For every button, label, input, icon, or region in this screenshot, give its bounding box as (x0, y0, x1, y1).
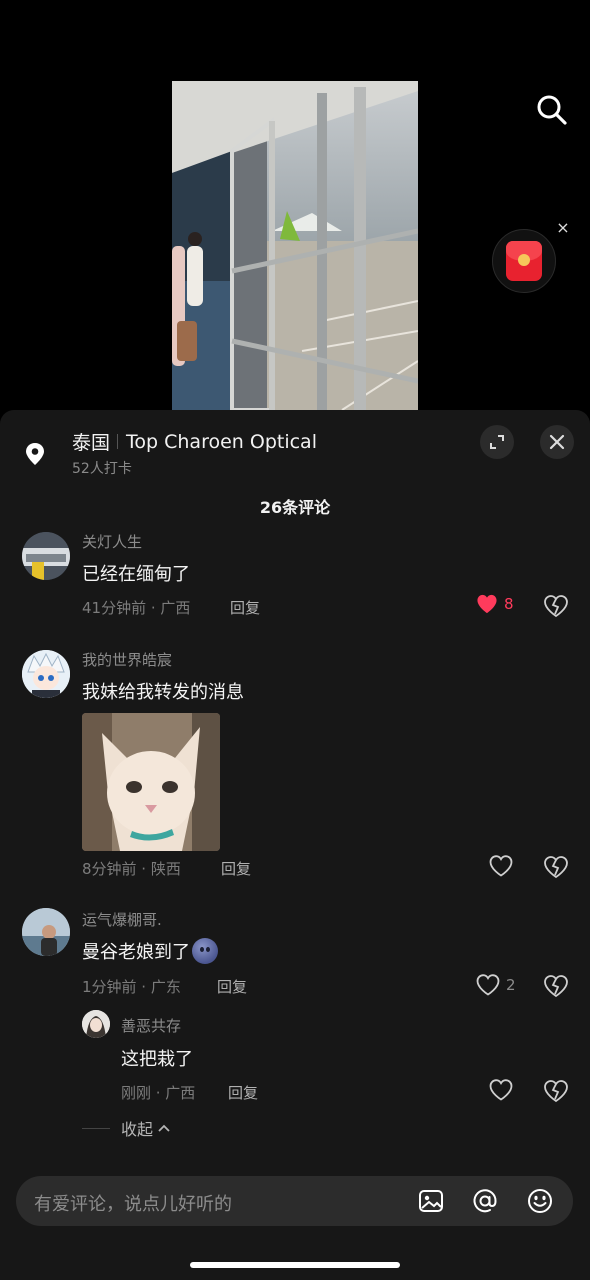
avatar[interactable] (22, 532, 70, 580)
close-button[interactable] (540, 425, 574, 459)
video-frame[interactable] (172, 81, 418, 410)
reply-button[interactable]: 回复 (217, 976, 247, 997)
cat-photo (82, 713, 220, 851)
reply-username[interactable]: 善恶共存 (121, 1015, 181, 1036)
location-checkins: 52人打卡 (72, 461, 132, 477)
sticker-emoji-icon (192, 938, 218, 964)
comment-input-placeholder[interactable]: 有爱评论，说点儿好听的 (34, 1190, 232, 1216)
like-button[interactable]: 2 (476, 974, 516, 996)
video-area[interactable]: × (0, 0, 590, 410)
image-icon[interactable] (417, 1187, 445, 1215)
avatar-image (82, 1010, 110, 1038)
comment-text: 我妹给我转发的消息 (82, 682, 244, 703)
like-button[interactable] (489, 855, 519, 877)
location-title[interactable]: 泰国 Top Charoen Optical (72, 428, 317, 455)
home-indicator[interactable] (190, 1262, 400, 1268)
red-packet-close-icon[interactable]: × (555, 220, 571, 236)
expand-icon (490, 435, 504, 449)
avatar[interactable] (22, 908, 70, 956)
location-pin-icon (26, 443, 44, 465)
reply-text: 这把栽了 (121, 1049, 193, 1070)
comment-username[interactable]: 运气爆棚哥. (82, 909, 162, 930)
heart-icon (477, 594, 497, 614)
broken-heart-icon[interactable] (543, 1079, 569, 1103)
like-count: 2 (506, 976, 516, 994)
comment-image-cat[interactable] (82, 713, 220, 851)
comment-text: 曼谷老娘到了 (82, 938, 218, 964)
close-icon (549, 434, 565, 450)
comments-count: 26条评论 (259, 498, 331, 517)
like-button[interactable] (489, 1079, 519, 1101)
chevron-up-icon (158, 1124, 170, 1132)
location-divider (117, 434, 119, 449)
comment-username[interactable]: 我的世界皓宸 (82, 649, 172, 670)
broken-heart-icon[interactable] (543, 594, 569, 618)
broken-heart-icon[interactable] (543, 974, 569, 998)
like-button[interactable]: 8 (476, 594, 514, 614)
comment-time-region: 41分钟前 · 广西 (82, 599, 191, 617)
comment-time-region: 8分钟前 · 陕西 (82, 860, 181, 878)
avatar-image (22, 908, 70, 956)
comment-input-bar[interactable]: 有爱评论，说点儿好听的 (16, 1176, 573, 1226)
collapse-divider (82, 1127, 110, 1129)
avatar-image (22, 532, 70, 580)
collapse-replies-button[interactable]: 收起 (82, 1116, 171, 1140)
reply-time-region: 刚刚 · 广西 (121, 1084, 196, 1102)
avatar[interactable] (22, 650, 70, 698)
red-packet-button[interactable] (492, 229, 556, 293)
red-packet-icon (506, 241, 542, 281)
heart-icon (476, 974, 500, 996)
location-country: 泰国 (72, 432, 111, 454)
reply-button[interactable]: 回复 (228, 1082, 258, 1103)
reply-button[interactable]: 回复 (221, 858, 251, 879)
search-button[interactable] (534, 92, 570, 128)
avatar[interactable] (82, 1010, 110, 1038)
comment-time-region: 1分钟前 · 广东 (82, 978, 181, 996)
comment-text-content: 曼谷老娘到了 (82, 942, 190, 963)
search-icon (537, 95, 567, 125)
broken-heart-icon[interactable] (543, 855, 569, 879)
at-icon[interactable] (471, 1187, 499, 1215)
like-count: 8 (504, 595, 514, 613)
expand-button[interactable] (480, 425, 514, 459)
video-thumbnail (172, 81, 418, 410)
avatar-image (22, 650, 70, 698)
comment-text: 已经在缅甸了 (82, 564, 190, 585)
emoji-icon[interactable] (526, 1187, 554, 1215)
heart-icon (489, 855, 513, 877)
reply-button[interactable]: 回复 (230, 597, 260, 618)
heart-icon (489, 1079, 513, 1101)
comment-sheet: 泰国 Top Charoen Optical 52人打卡 26条评论 关灯人生 … (0, 410, 590, 1280)
comment-username[interactable]: 关灯人生 (82, 531, 142, 552)
location-place: Top Charoen Optical (126, 430, 317, 453)
collapse-label: 收起 (121, 1120, 154, 1139)
